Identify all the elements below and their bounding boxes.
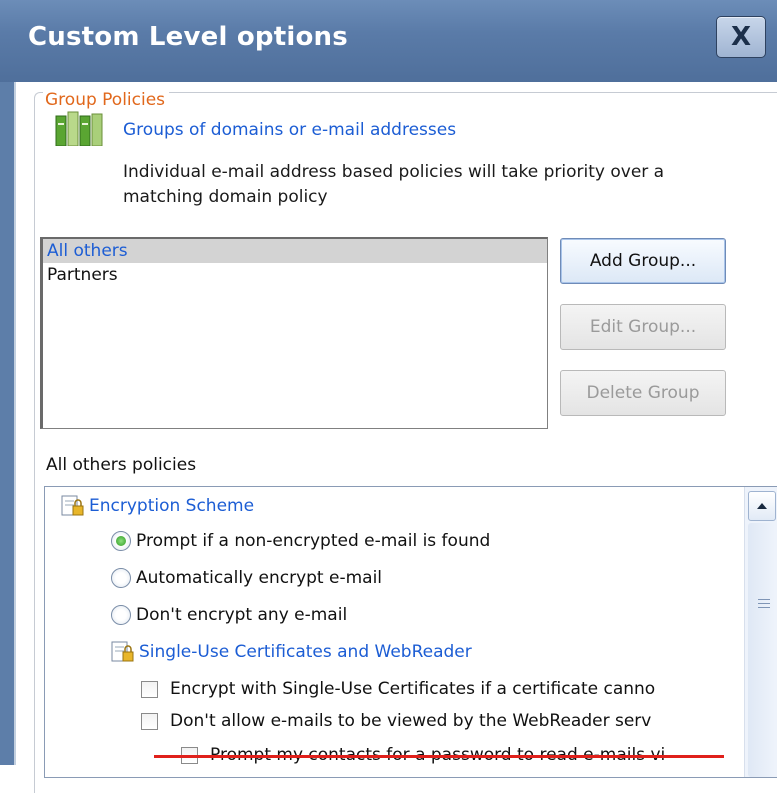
group-policies-description: Individual e-mail address based policies… [123,162,665,207]
group-policies-legend: Group Policies [43,90,170,110]
tree-node-encryption-scheme[interactable]: Encryption Scheme [61,495,254,517]
checkbox[interactable] [141,712,158,730]
window-title: Custom Level options [28,22,348,52]
vertical-scrollbar[interactable] [744,487,777,777]
certificates-heading: Single-Use Certificates and WebReader [139,642,472,662]
list-item[interactable]: All others [43,239,547,263]
group-policies-heading: Groups of domains or e-mail addresses [123,120,457,140]
radio-option-dont-encrypt[interactable]: Don't encrypt any e-mail [111,605,347,625]
radio-label: Don't encrypt any e-mail [136,605,348,625]
tree-node-certificates[interactable]: Single-Use Certificates and WebReader [111,641,472,663]
highlight-underline [154,755,724,758]
close-button[interactable]: X [716,16,766,58]
checkbox-option-single-use[interactable]: Encrypt with Single-Use Certificates if … [141,679,655,699]
chevron-up-icon [757,503,767,509]
custom-level-options-dialog: Custom Level options X Group Policies Gr… [0,0,777,793]
checkbox-label: Encrypt with Single-Use Certificates if … [170,679,656,699]
books-icon [55,111,103,146]
scrollbar-grip [758,599,770,611]
radio-button[interactable] [111,605,131,625]
dialog-content: Group Policies Groups of domains or e-ma… [16,82,777,793]
checkbox-label: Don't allow e-mails to be viewed by the … [170,711,652,731]
encryption-scheme-label: Encryption Scheme [89,496,255,516]
radio-button[interactable] [111,568,131,588]
radio-option-prompt[interactable]: Prompt if a non-encrypted e-mail is foun… [111,531,490,551]
scrollbar-thumb[interactable] [748,523,775,777]
policies-tree: Encryption Scheme Prompt if a non-encryp… [44,486,777,778]
radio-button-checked[interactable] [111,531,131,551]
scroll-up-button[interactable] [748,491,776,521]
checkbox-option-webreader[interactable]: Don't allow e-mails to be viewed by the … [141,711,651,731]
radio-label: Automatically encrypt e-mail [136,568,383,588]
groups-listbox[interactable]: All others Partners [40,237,548,429]
add-group-button[interactable]: Add Group... [560,238,726,284]
policies-label: All others policies [46,455,197,475]
list-item[interactable]: Partners [43,263,547,287]
checkbox[interactable] [141,680,158,698]
delete-group-button[interactable]: Delete Group [560,370,726,416]
close-icon: X [730,22,752,52]
document-lock-icon [61,495,84,516]
title-bar: Custom Level options X [0,0,777,83]
edit-group-button[interactable]: Edit Group... [560,304,726,350]
radio-option-auto-encrypt[interactable]: Automatically encrypt e-mail [111,568,382,588]
document-lock-icon [111,641,134,662]
radio-label: Prompt if a non-encrypted e-mail is foun… [136,531,491,551]
window-frame-left [0,82,14,765]
